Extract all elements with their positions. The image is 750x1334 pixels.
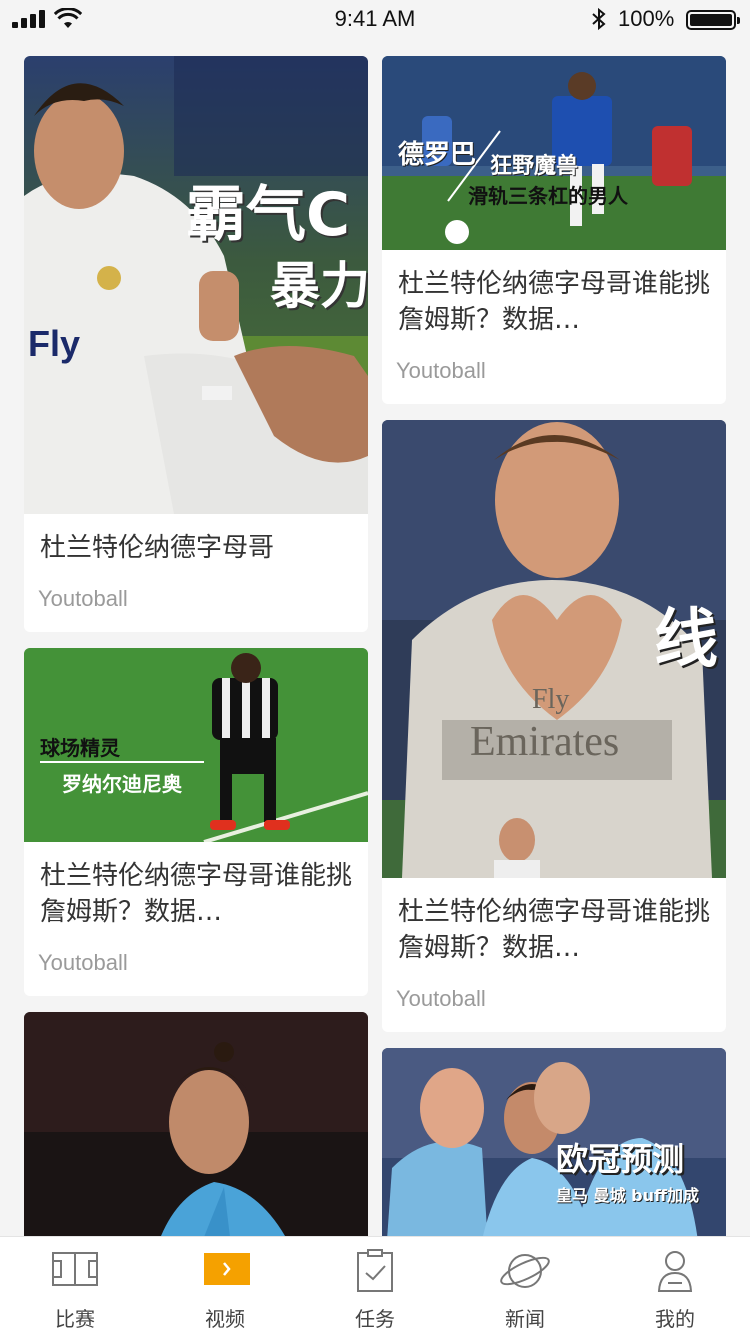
thumbnail-overlay-text: 滑轨三条杠的男人 [468,184,628,208]
svg-text:Fly: Fly [532,684,569,715]
video-thumbnail[interactable]: Emirates Fly 线 [382,420,726,878]
user-icon [657,1251,693,1292]
thumbnail-overlay-text: 狂野魔兽 [490,154,579,179]
video-thumbnail[interactable]: 球场精灵 罗纳尔迪尼奥 [24,648,368,842]
thumbnail-overlay-text: 皇马 曼城 buff加成 [556,1186,699,1205]
bottom-tab-bar: 比赛 视频 任务 新闻 我的 [0,1236,750,1334]
video-title[interactable]: 杜兰特伦纳德字母哥 [40,530,352,566]
thumbnail-overlay-text: 线 [654,603,718,677]
video-card[interactable] [24,1012,368,1236]
tab-label: 比赛 [55,1307,95,1331]
tab-label: 我的 [655,1307,695,1331]
tab-label: 任务 [355,1307,395,1331]
video-card[interactable]: 球场精灵 罗纳尔迪尼奥 杜兰特伦纳德字母哥谁能挑詹姆斯？数据… Youtobal… [24,648,368,996]
tab-label: 新闻 [505,1307,545,1331]
pitch-icon [52,1252,98,1286]
thumbnail-overlay-text: 罗纳尔迪尼奥 [62,772,182,796]
video-source: Youtoball [38,586,128,611]
video-title[interactable]: 杜兰特伦纳德字母哥谁能挑詹姆斯？数据… [398,266,710,338]
tab-label: 视频 [205,1307,245,1331]
video-thumbnail[interactable]: 德罗巴 狂野魔兽 滑轨三条杠的男人 [382,56,726,250]
video-card[interactable]: 德罗巴 狂野魔兽 滑轨三条杠的男人 杜兰特伦纳德字母哥谁能挑詹姆斯？数据… Yo… [382,56,726,404]
thumbnail-overlay-text: 暴力 [270,257,368,315]
video-source: Youtoball [396,986,486,1011]
svg-text:Emirates: Emirates [470,719,619,765]
tab-videos[interactable]: 视频 [150,1237,300,1334]
tab-matches[interactable]: 比赛 [0,1237,150,1334]
video-thumbnail[interactable] [24,1012,368,1236]
svg-text:Fly: Fly [28,323,80,364]
play-icon [204,1253,250,1285]
bluetooth-icon [592,7,606,31]
video-thumbnail[interactable]: Fly 霸气C 暴力 [24,56,368,514]
video-thumbnail[interactable]: 欧冠预测 皇马 曼城 buff加成 [382,1048,726,1236]
video-source: Youtoball [396,358,486,383]
thumbnail-overlay-text: 欧冠预测 [556,1140,685,1178]
tab-news[interactable]: 新闻 [450,1237,600,1334]
video-card[interactable]: Fly 霸气C 暴力 杜兰特伦纳德字母哥 Youtoball [24,56,368,632]
video-feed[interactable]: Fly 霸气C 暴力 杜兰特伦纳德字母哥 Youtoball 德罗巴 狂野魔兽 … [0,40,750,1236]
video-card[interactable]: 欧冠预测 皇马 曼城 buff加成 [382,1048,726,1236]
battery-percent: 100% [618,6,675,31]
video-title[interactable]: 杜兰特伦纳德字母哥谁能挑詹姆斯？数据… [40,858,352,930]
tab-profile[interactable]: 我的 [600,1237,750,1334]
battery-icon [686,10,740,30]
planet-icon [500,1254,550,1288]
thumbnail-overlay-text: 霸气C [186,180,351,250]
video-title[interactable]: 杜兰特伦纳德字母哥谁能挑詹姆斯？数据… [398,894,710,966]
thumbnail-overlay-text: 球场精灵 [40,736,120,760]
tab-tasks[interactable]: 任务 [300,1237,450,1334]
video-source: Youtoball [38,950,128,975]
status-bar: 9:41 AM 100% [0,0,750,40]
video-card[interactable]: Emirates Fly 线 杜兰特伦纳德字母哥谁能挑詹姆斯？数据… Youto… [382,420,726,1032]
thumbnail-overlay-text: 德罗巴 [398,140,477,170]
clipboard-check-icon [357,1249,393,1292]
